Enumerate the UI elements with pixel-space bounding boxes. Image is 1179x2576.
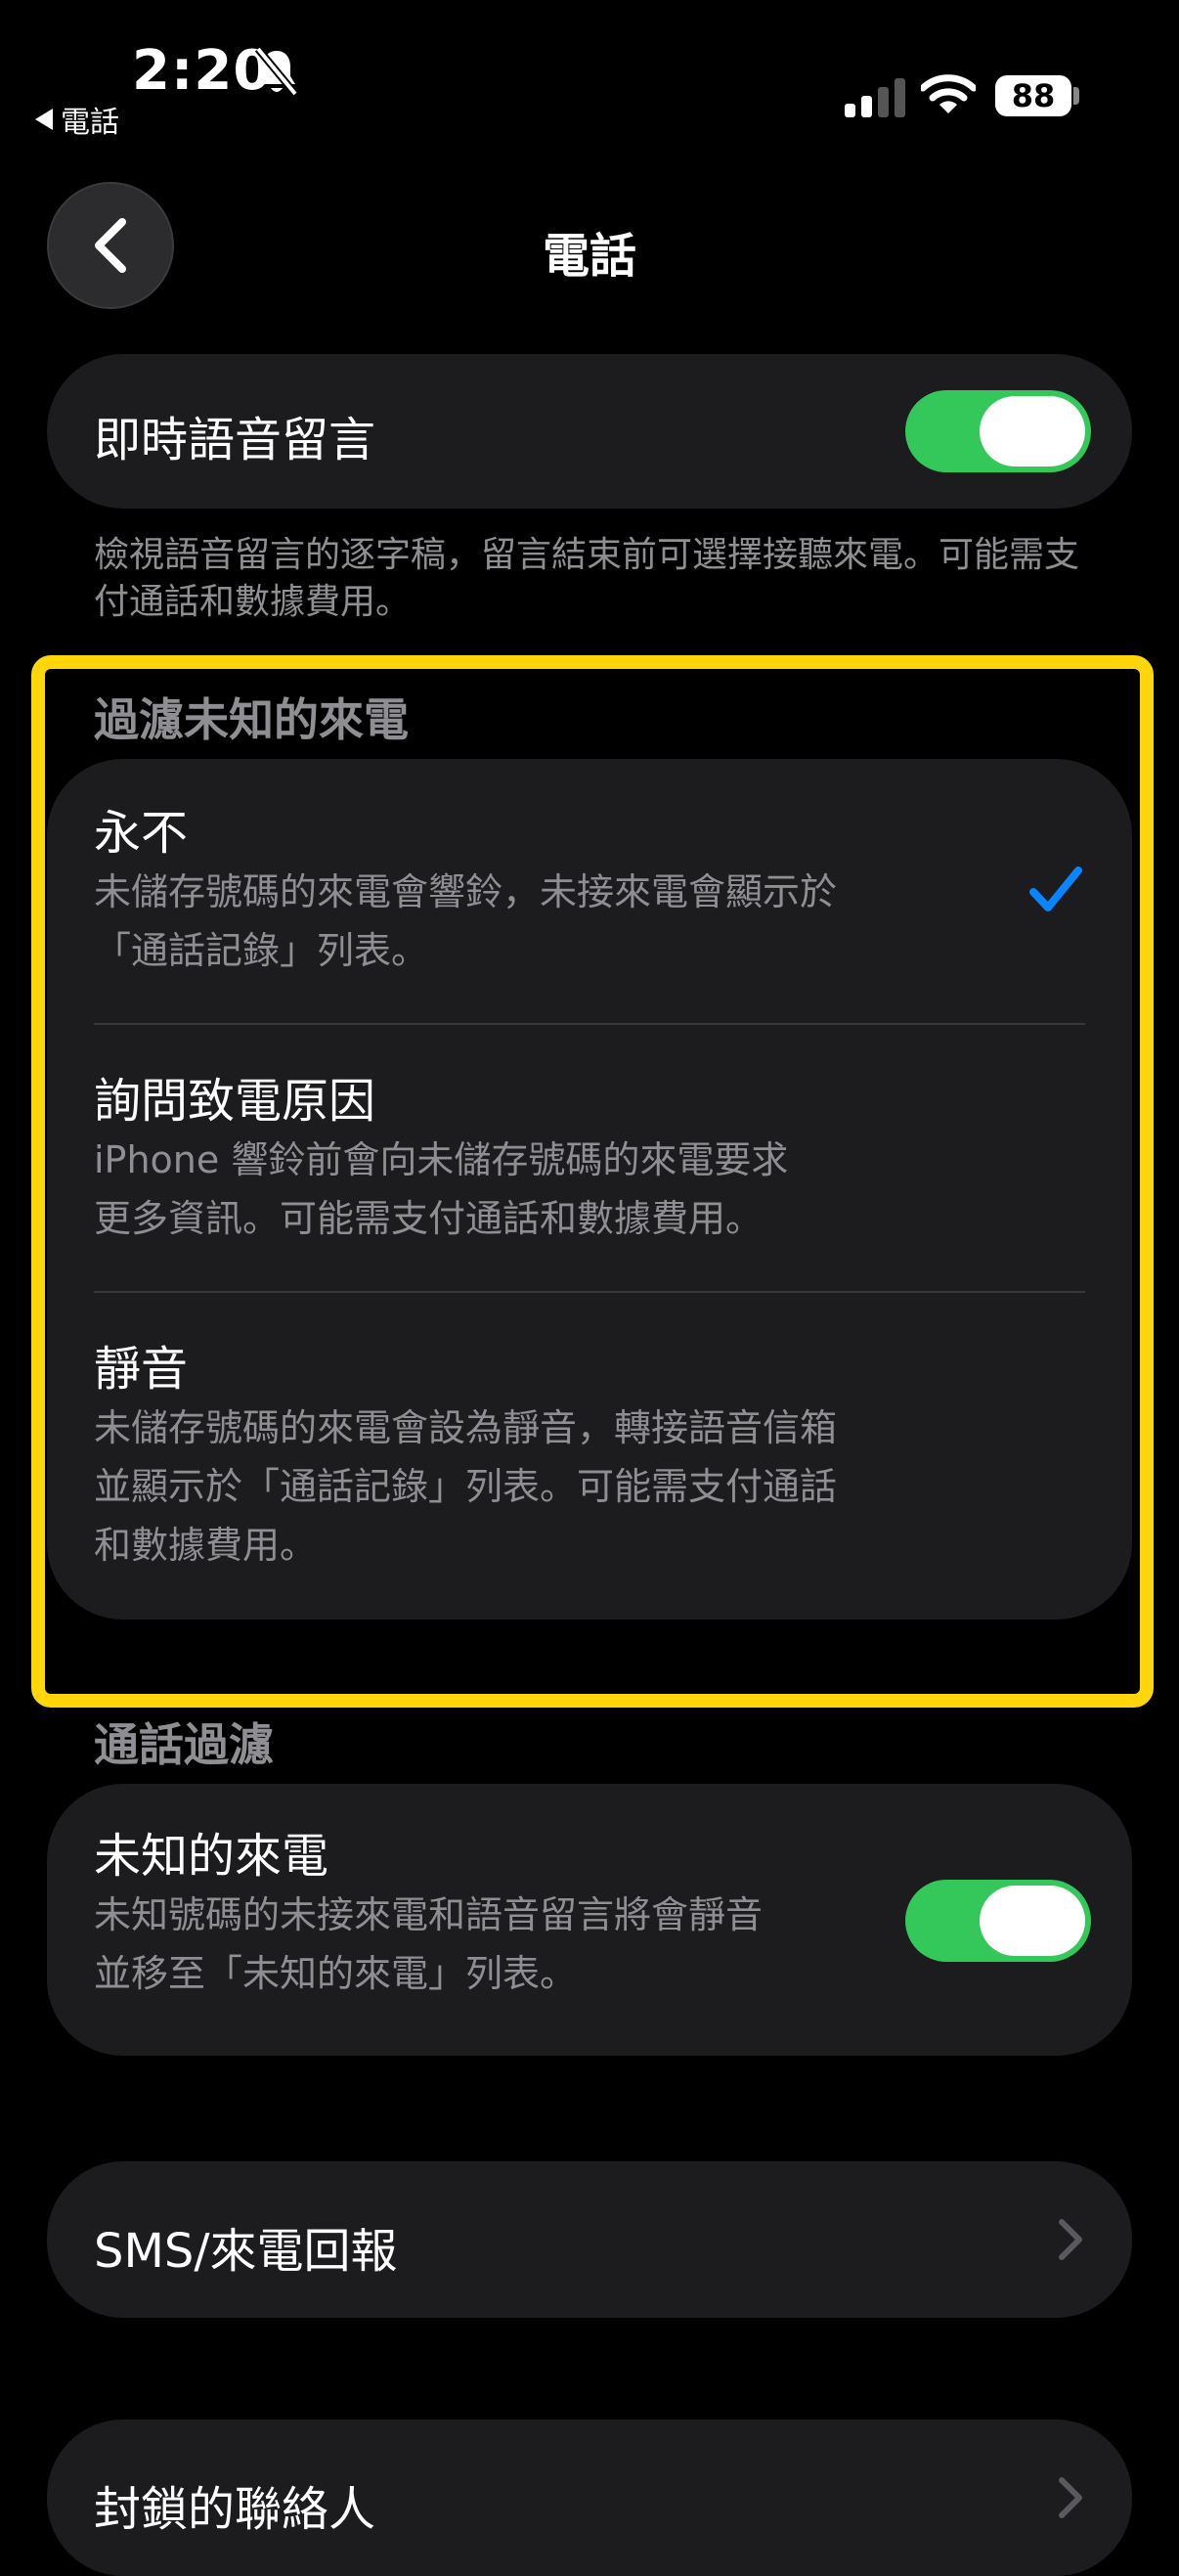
wifi-icon — [921, 74, 976, 113]
live-voicemail-footer: 檢視語音留言的逐字稿，留言結束前可選擇接聽來電。可能需支付通話和數據費用。 — [94, 535, 1080, 622]
chevron-right-icon — [1059, 2219, 1082, 2260]
option-desc-line: iPhone 響鈴前會向未儲存號碼的來電要求 — [94, 1138, 789, 1181]
divider — [94, 1023, 1085, 1025]
unknown-callers-desc-line: 並移至「未知的來電」列表。 — [94, 1952, 578, 1995]
option-desc-line: 更多資訊。可能需支付通話和數據費用。 — [94, 1197, 764, 1240]
option-title: 靜音 — [94, 1342, 189, 1397]
toggle-knob — [980, 396, 1085, 466]
blocked-contacts-row[interactable]: 封鎖的聯絡人 — [47, 2420, 1132, 2576]
sms-reporting-label: SMS/來電回報 — [94, 2224, 398, 2279]
live-voicemail-card: 即時語音留言 — [47, 354, 1132, 509]
live-voicemail-label: 即時語音留言 — [94, 413, 376, 467]
call-filtering-header: 通話過濾 — [94, 1718, 274, 1771]
unknown-callers-toggle[interactable] — [905, 1880, 1091, 1962]
status-time: 2:20 — [132, 39, 273, 103]
toggle-knob — [980, 1886, 1085, 1956]
screen-unknown-header: 過濾未知的來電 — [94, 693, 409, 746]
screen-unknown-card: 永不 未儲存號碼的來電會響鈴，未接來電會顯示於 「通話記錄」列表。 詢問致電原因… — [47, 759, 1132, 1620]
battery-icon: 88 — [995, 75, 1071, 116]
option-silence[interactable]: 靜音 未儲存號碼的來電會設為靜音，轉接語音信箱 並顯示於「通話記錄」列表。可能需… — [94, 1340, 1032, 1575]
unknown-callers-label: 未知的來電 — [94, 1829, 329, 1884]
option-title: 永不 — [94, 806, 189, 861]
page-title: 電話 — [542, 229, 636, 284]
unknown-callers-desc-line: 未知號碼的未接來電和語音留言將會靜音 — [94, 1893, 764, 1936]
blocked-contacts-label: 封鎖的聯絡人 — [94, 2482, 376, 2537]
option-never[interactable]: 永不 未儲存號碼的來電會響鈴，未接來電會顯示於 「通話記錄」列表。 — [94, 804, 1032, 980]
status-back-to-app[interactable]: 電話 — [35, 98, 119, 141]
option-desc-line: 並顯示於「通話記錄」列表。可能需支付通話 — [94, 1465, 838, 1508]
battery-cap — [1073, 87, 1079, 105]
chevron-right-icon — [1059, 2477, 1082, 2518]
status-back-label: 電話 — [61, 106, 119, 140]
divider — [94, 1291, 1085, 1293]
option-desc-line: 和數據費用。 — [94, 1524, 318, 1567]
live-voicemail-toggle[interactable] — [905, 390, 1091, 472]
option-title: 詢問致電原因 — [94, 1074, 376, 1129]
back-triangle-icon — [35, 109, 53, 130]
option-desc-line: 「通話記錄」列表。 — [94, 929, 429, 972]
checkmark-icon — [1029, 866, 1082, 911]
signal-icon — [845, 78, 905, 117]
unknown-callers-row: 未知的來電 未知號碼的未接來電和語音留言將會靜音 並移至「未知的來電」列表。 — [94, 1827, 935, 2003]
bell-slash-icon — [254, 46, 299, 97]
call-filtering-card: 未知的來電 未知號碼的未接來電和語音留言將會靜音 並移至「未知的來電」列表。 — [47, 1784, 1132, 2056]
option-desc-line: 未儲存號碼的來電會響鈴，未接來電會顯示於 — [94, 870, 838, 913]
option-ask-reason[interactable]: 詢問致電原因 iPhone 響鈴前會向未儲存號碼的來電要求 更多資訊。可能需支付… — [94, 1072, 1032, 1248]
sms-reporting-row[interactable]: SMS/來電回報 — [47, 2161, 1132, 2318]
option-desc-line: 未儲存號碼的來電會設為靜音，轉接語音信箱 — [94, 1406, 838, 1449]
